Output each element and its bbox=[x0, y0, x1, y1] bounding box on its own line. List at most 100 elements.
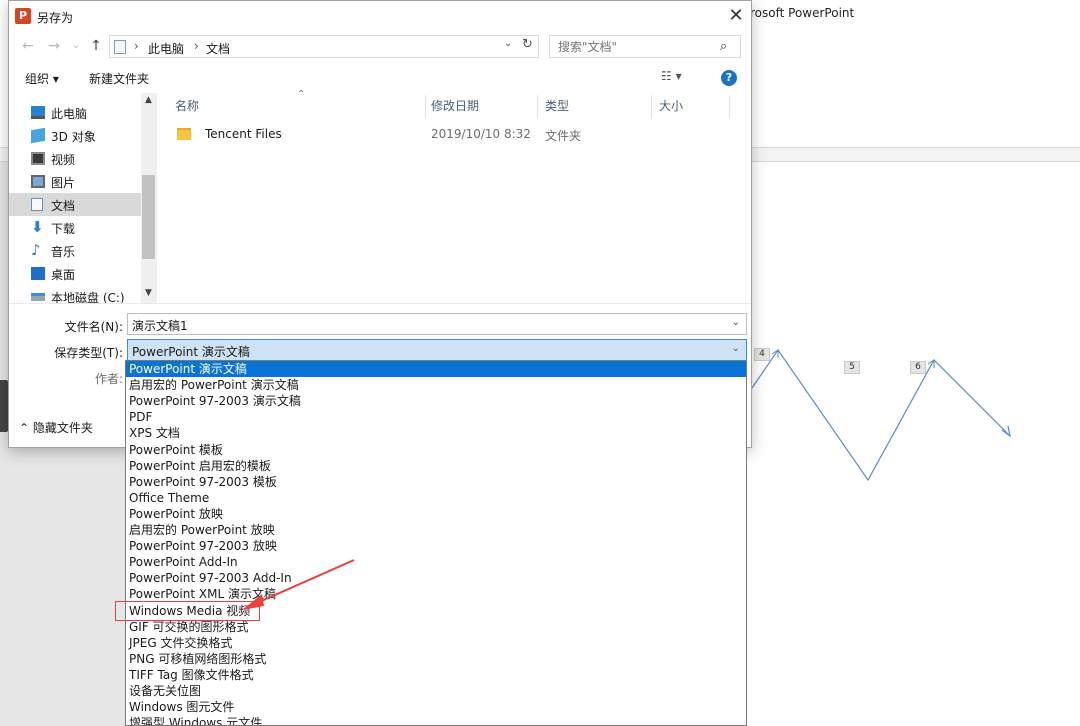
forward-icon[interactable]: → bbox=[45, 37, 63, 55]
file-type: 文件夹 bbox=[545, 129, 582, 143]
sidebar-item-downloads[interactable]: ⬇ 下载 bbox=[9, 216, 141, 239]
savetype-option[interactable]: PNG 可移植网络图形格式 bbox=[126, 651, 746, 667]
desktop-icon bbox=[31, 267, 45, 280]
dialog-title: 另存为 bbox=[37, 11, 74, 25]
filename-value: 演示文稿1 bbox=[132, 319, 188, 333]
savetype-option[interactable]: 启用宏的 PowerPoint 放映 bbox=[126, 522, 746, 538]
scroll-up-icon[interactable]: ▲ bbox=[145, 95, 152, 105]
up-icon[interactable]: ↑ bbox=[87, 37, 105, 55]
music-icon: ♪ bbox=[31, 241, 41, 259]
column-header-type[interactable]: 类型 bbox=[545, 97, 569, 114]
breadcrumb-documents[interactable]: 文档 bbox=[206, 40, 230, 57]
sidebar-item-this-pc[interactable]: 此电脑 bbox=[9, 101, 141, 124]
column-divider[interactable] bbox=[425, 95, 426, 119]
savetype-dropdown-list: PowerPoint 演示文稿 启用宏的 PowerPoint 演示文稿 Power… bbox=[125, 360, 747, 726]
video-icon bbox=[31, 152, 45, 165]
chevron-down-icon[interactable]: ⌄ bbox=[732, 343, 740, 354]
file-name: Tencent Files bbox=[205, 127, 282, 141]
sort-ascending-icon: ⌃ bbox=[297, 89, 306, 100]
address-bar[interactable]: › 此电脑 › 文档 ⌄ ↻ bbox=[109, 35, 539, 58]
breadcrumb-separator: › bbox=[194, 39, 199, 53]
sidebar-item-desktop[interactable]: 桌面 bbox=[9, 262, 141, 285]
sidebar-item-local-disk[interactable]: 本地磁盘 (C:) bbox=[9, 285, 141, 308]
sidebar-item-music[interactable]: ♪ 音乐 bbox=[9, 239, 141, 262]
savetype-option[interactable]: 设备无关位图 bbox=[126, 683, 746, 699]
cube-icon bbox=[31, 127, 45, 144]
sidebar-item-videos[interactable]: 视频 bbox=[9, 147, 141, 170]
documents-folder-icon bbox=[114, 40, 126, 54]
sidebar-item-label: 3D 对象 bbox=[51, 130, 96, 144]
powerpoint-icon: P bbox=[15, 8, 31, 24]
column-divider[interactable] bbox=[537, 95, 538, 119]
savetype-option[interactable]: 启用宏的 PowerPoint 演示文稿 bbox=[126, 377, 746, 393]
hide-folders-label: 隐藏文件夹 bbox=[32, 421, 93, 435]
scroll-down-icon[interactable]: ▼ bbox=[145, 288, 152, 298]
column-header-name[interactable]: 名称 bbox=[175, 97, 199, 114]
search-input[interactable] bbox=[558, 40, 708, 54]
refresh-icon[interactable]: ↻ bbox=[522, 37, 533, 52]
savetype-option[interactable]: PowerPoint 97-2003 Add-In bbox=[126, 570, 746, 586]
download-icon: ⬇ bbox=[31, 218, 44, 236]
savetype-option[interactable]: PDF bbox=[126, 409, 746, 425]
file-modified: 2019/10/10 8:32 bbox=[431, 127, 531, 141]
pane-divider bbox=[9, 303, 751, 304]
scrollbar-thumb[interactable] bbox=[142, 175, 155, 259]
file-list: ⌃ 名称 修改日期 类型 大小 Tencent Files 2019/10/10… bbox=[157, 89, 751, 303]
savetype-option[interactable]: PowerPoint Add-In bbox=[126, 554, 746, 570]
recent-locations-icon[interactable]: ⌄ bbox=[67, 37, 85, 55]
sidebar-item-pictures[interactable]: 图片 bbox=[9, 170, 141, 193]
help-icon[interactable]: ? bbox=[721, 70, 737, 86]
savetype-option[interactable]: PowerPoint 启用宏的模板 bbox=[126, 458, 746, 474]
step-tag-4: 4 bbox=[754, 348, 770, 361]
savetype-option[interactable]: PowerPoint 演示文稿 bbox=[126, 361, 746, 377]
savetype-option[interactable]: PowerPoint 模板 bbox=[126, 442, 746, 458]
disk-icon bbox=[31, 293, 45, 301]
navigation-pane: 此电脑 3D 对象 视频 图片 文档 ⬇ 下载 ♪ 音乐 桌面 本地磁盘 (C:… bbox=[9, 93, 157, 305]
folder-icon bbox=[177, 128, 191, 140]
close-icon[interactable]: ✕ bbox=[725, 5, 747, 27]
navigation-bar: ← → ⌄ ↑ › 此电脑 › 文档 ⌄ ↻ ⌕ bbox=[9, 33, 751, 61]
savetype-option[interactable]: 增强型 Windows 元文件 bbox=[126, 715, 746, 725]
table-row[interactable]: Tencent Files 2019/10/10 8:32 文件夹 bbox=[173, 125, 733, 145]
dialog-titlebar: P 另存为 ✕ bbox=[9, 1, 751, 31]
savetype-option[interactable]: TIFF Tag 图像文件格式 bbox=[126, 667, 746, 683]
column-divider[interactable] bbox=[729, 95, 730, 119]
sidebar-item-documents[interactable]: 文档 bbox=[9, 193, 141, 216]
savetype-option[interactable]: XPS 文档 bbox=[126, 425, 746, 441]
savetype-option[interactable]: PowerPoint 97-2003 演示文稿 bbox=[126, 393, 746, 409]
new-folder-button[interactable]: 新建文件夹 bbox=[89, 70, 149, 87]
savetype-option[interactable]: Office Theme bbox=[126, 490, 746, 506]
breadcrumb-separator: › bbox=[134, 39, 139, 53]
sidebar-item-3d-objects[interactable]: 3D 对象 bbox=[9, 124, 141, 147]
chevron-up-icon: ⌃ bbox=[19, 421, 30, 435]
search-box[interactable]: ⌕ bbox=[549, 35, 741, 58]
sidebar-item-label: 文档 bbox=[51, 199, 76, 213]
savetype-select[interactable]: PowerPoint 演示文稿 ⌄ bbox=[127, 339, 747, 361]
savetype-option[interactable]: PowerPoint 97-2003 放映 bbox=[126, 538, 746, 554]
savetype-option[interactable]: Windows 图元文件 bbox=[126, 699, 746, 715]
column-header-modified[interactable]: 修改日期 bbox=[431, 97, 479, 114]
sidebar-item-label: 此电脑 bbox=[51, 107, 88, 121]
chevron-down-icon[interactable]: ⌄ bbox=[504, 38, 512, 49]
organize-button[interactable]: 组织 ▾ bbox=[25, 70, 59, 87]
step-tag-5: 5 bbox=[844, 361, 860, 374]
savetype-value: PowerPoint 演示文稿 bbox=[132, 345, 250, 359]
breadcrumb-this-pc[interactable]: 此电脑 bbox=[148, 40, 184, 57]
savetype-option[interactable]: PowerPoint 放映 bbox=[126, 506, 746, 522]
view-options-button[interactable]: ☷ ▾ bbox=[661, 69, 682, 83]
column-divider[interactable] bbox=[651, 95, 652, 119]
back-icon[interactable]: ← bbox=[19, 37, 37, 55]
filename-field[interactable]: 演示文稿1 ⌄ bbox=[127, 313, 747, 335]
search-icon[interactable]: ⌕ bbox=[720, 39, 727, 54]
hide-folders-button[interactable]: ⌃ 隐藏文件夹 bbox=[19, 419, 93, 436]
dialog-toolbar: 组织 ▾ 新建文件夹 ☷ ▾ ? bbox=[9, 63, 751, 93]
side-app-strip bbox=[0, 380, 8, 432]
savetype-option[interactable]: PowerPoint 97-2003 模板 bbox=[126, 474, 746, 490]
savetype-option[interactable]: JPEG 文件交换格式 bbox=[126, 635, 746, 651]
author-label: 作者: bbox=[94, 372, 123, 386]
column-header-size[interactable]: 大小 bbox=[659, 97, 683, 114]
chevron-down-icon[interactable]: ⌄ bbox=[732, 317, 740, 328]
savetype-option[interactable]: PowerPoint XML 演示文稿 bbox=[126, 586, 746, 602]
document-icon bbox=[31, 198, 43, 211]
sidebar-item-label: 视频 bbox=[51, 153, 76, 167]
